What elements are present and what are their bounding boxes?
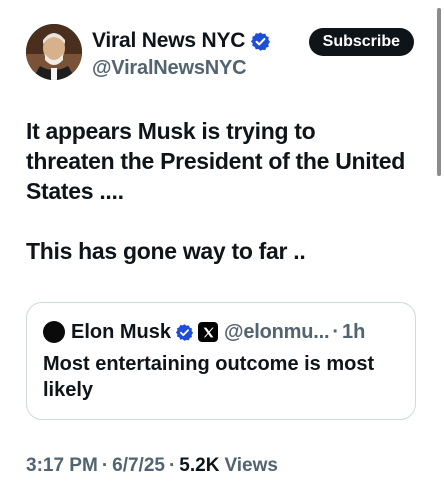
separator-dot: ·: [101, 455, 109, 476]
separator-dot: ·: [168, 455, 176, 476]
quoted-tweet-header: Elon Musk @elonmu... · 1h: [43, 319, 365, 345]
scrollbar[interactable]: [437, 8, 441, 176]
quoted-author-avatar[interactable]: [43, 321, 65, 343]
author-avatar[interactable]: [26, 24, 82, 80]
x-affiliation-icon: [198, 322, 219, 342]
quoted-tweet-text: Most entertaining outcome is most likely: [43, 353, 375, 401]
quoted-author-handle[interactable]: @elonmu...: [224, 321, 329, 344]
quoted-author-name[interactable]: Elon Musk: [71, 321, 171, 344]
views-count: 5.2K: [179, 455, 220, 476]
separator-dot: ·: [332, 320, 339, 343]
tweet-paragraph: It appears Musk is trying to threaten th…: [26, 118, 405, 204]
author-handle[interactable]: @ViralNewsNYC: [92, 57, 271, 80]
author-display-name[interactable]: Viral News NYC: [92, 29, 245, 53]
tweet-meta: 3:17 PM · 6/7/25 · 5.2K Views: [26, 452, 278, 480]
author-names: Viral News NYC @ViralNewsNYC: [92, 28, 271, 80]
tweet-paragraph: This has gone way to far ..: [26, 238, 306, 264]
quoted-tweet[interactable]: Elon Musk @elonmu... · 1h Most entertain…: [26, 302, 416, 420]
verified-badge-icon: [175, 323, 194, 342]
subscribe-button[interactable]: Subscribe: [308, 28, 414, 56]
tweet-date[interactable]: 6/7/25: [112, 455, 165, 477]
tweet-header: Viral News NYC @ViralNewsNYC Subscribe: [26, 24, 414, 84]
verified-badge-icon: [250, 31, 271, 52]
views-label: Views: [224, 455, 278, 476]
tweet-time[interactable]: 3:17 PM: [26, 455, 98, 477]
tweet-text: It appears Musk is trying to threaten th…: [26, 116, 406, 266]
quoted-tweet-time[interactable]: 1h: [342, 321, 365, 344]
